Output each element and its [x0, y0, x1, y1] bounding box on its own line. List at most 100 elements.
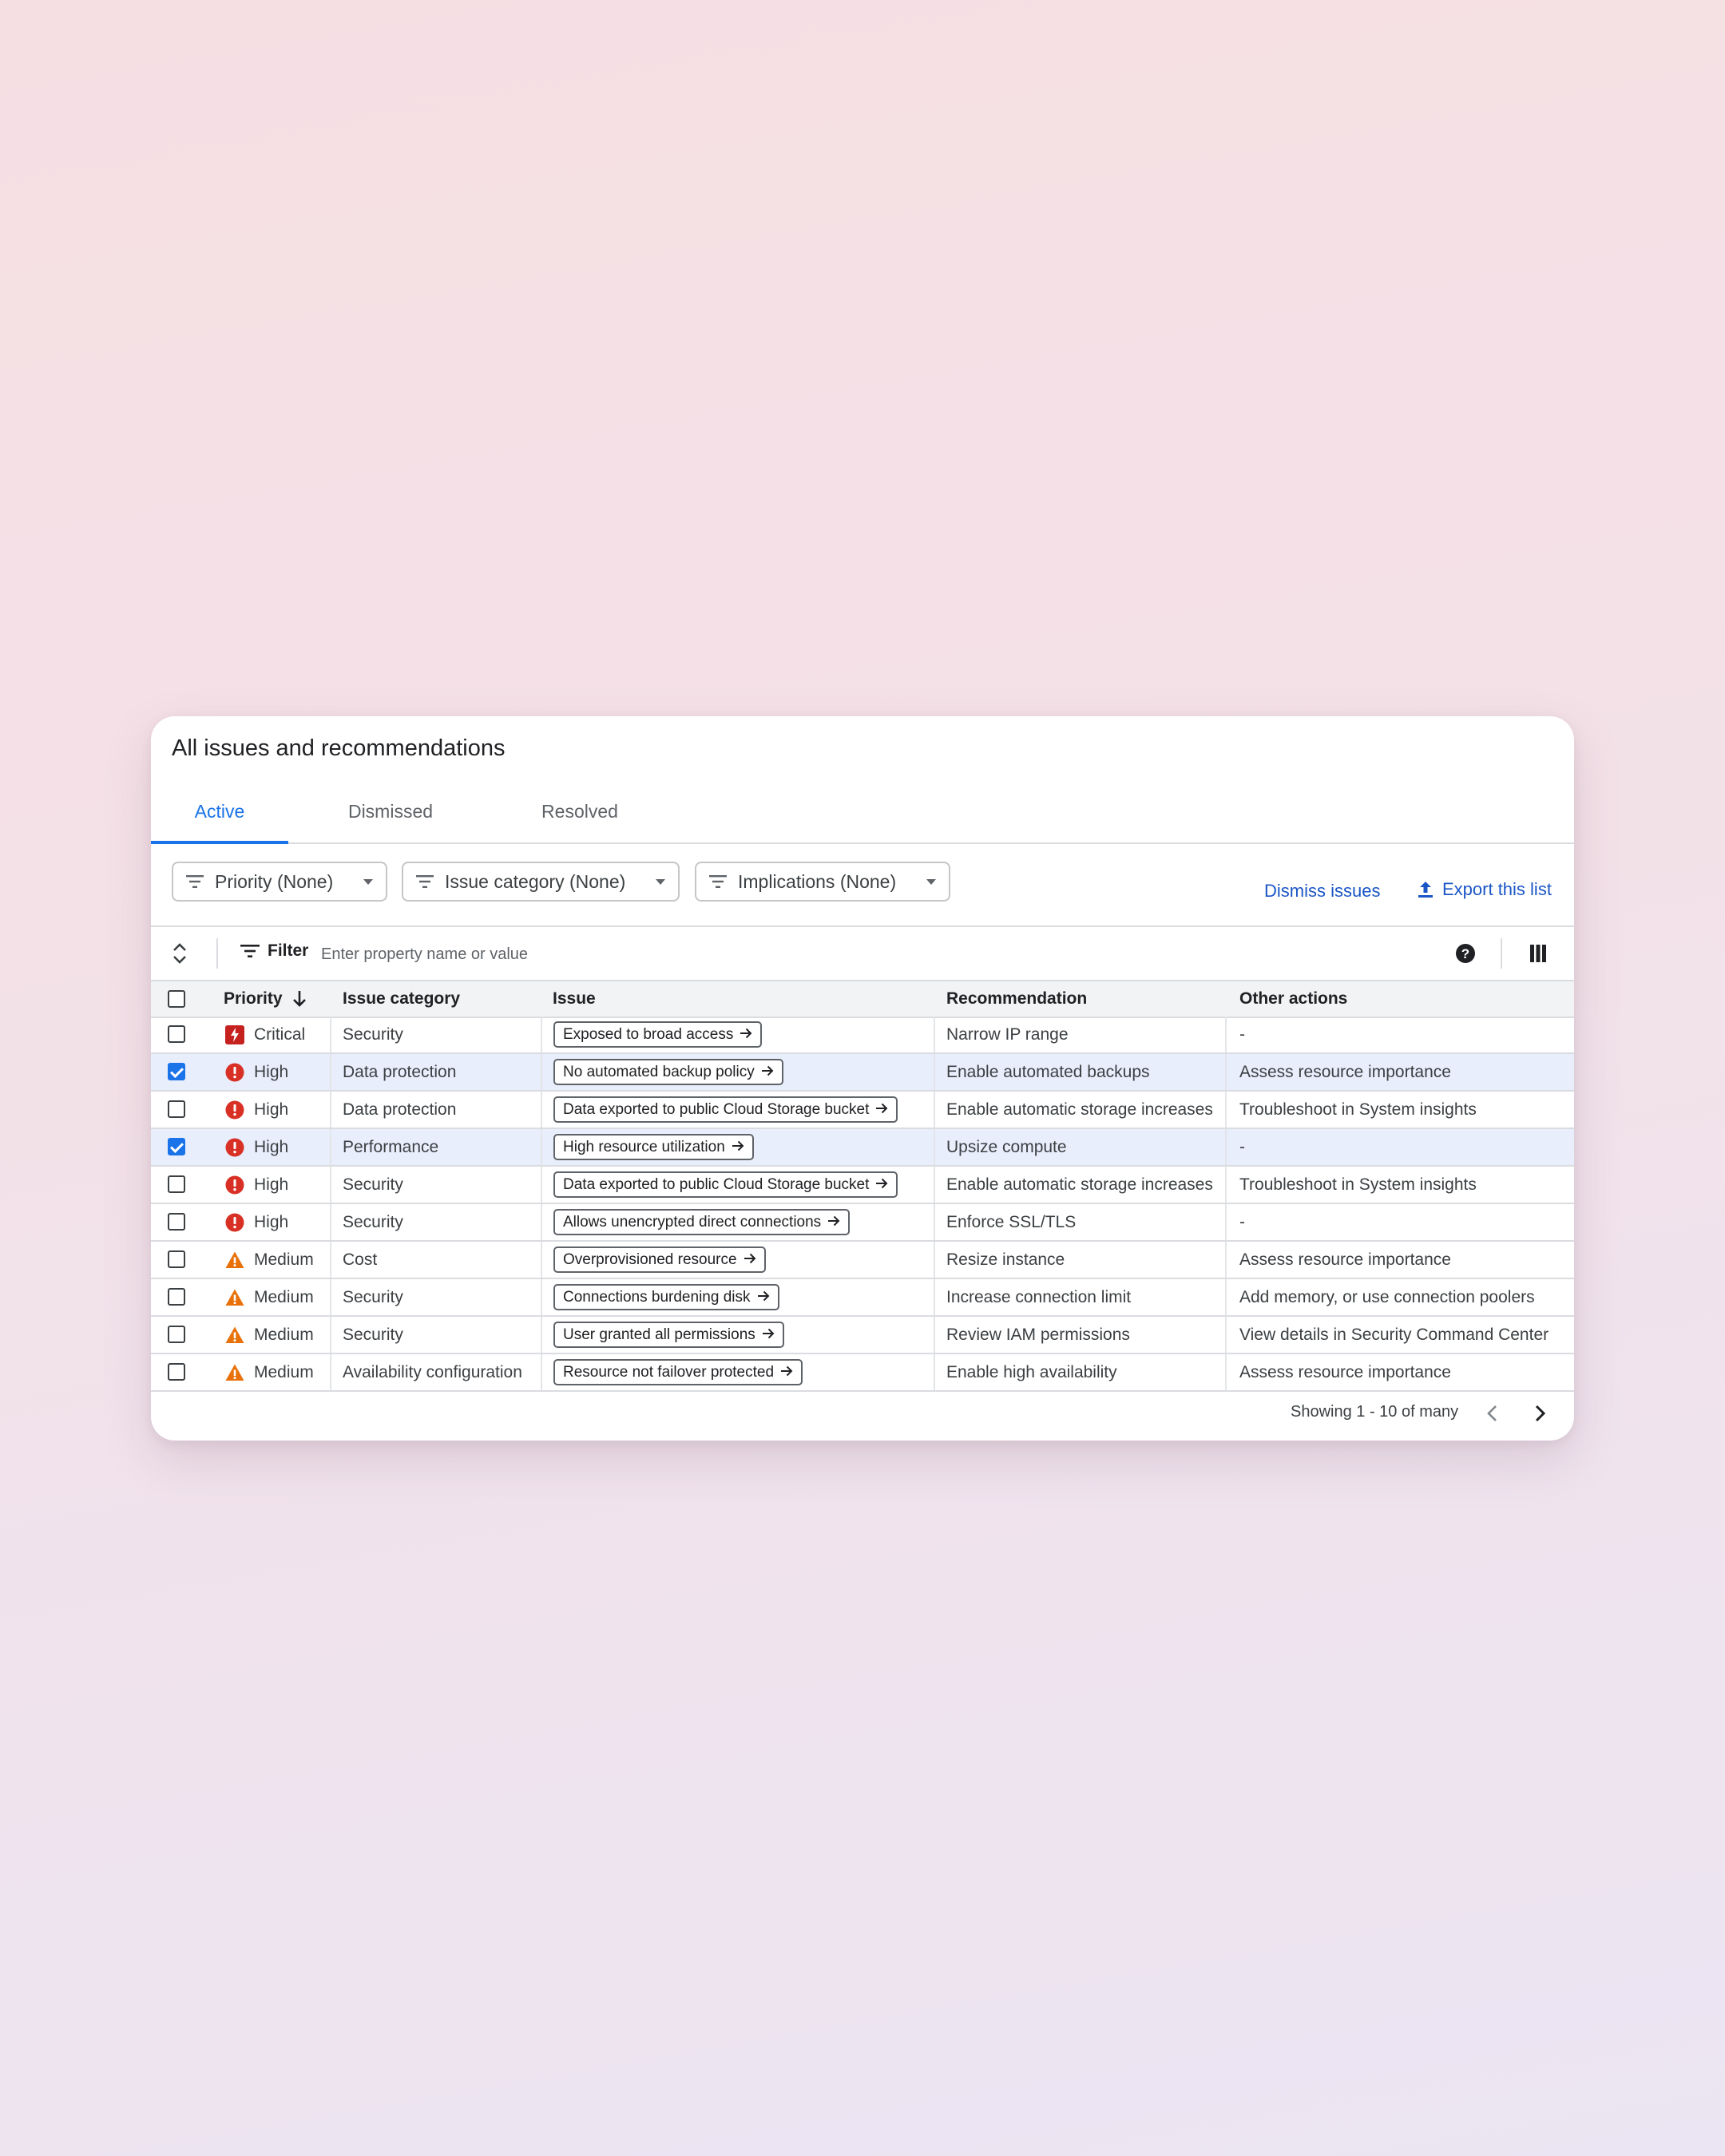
column-divider [330, 1354, 331, 1390]
column-divider [541, 1317, 542, 1353]
issue-label: Overprovisioned resource [563, 1251, 737, 1268]
column-display-icon[interactable] [1530, 945, 1546, 962]
table-row[interactable]: Medium Availability configuration Resource… [151, 1354, 1574, 1392]
upload-icon [1418, 882, 1433, 898]
table-row[interactable]: High Security Data exported to public Clou… [151, 1167, 1574, 1204]
issues-card: All issues and recommendations Active Di… [151, 716, 1574, 1441]
divider [216, 938, 218, 969]
column-divider [934, 1167, 935, 1203]
table-row[interactable]: High Performance High resource utilization… [151, 1129, 1574, 1167]
filter-icon [416, 875, 434, 888]
row-checkbox[interactable] [168, 1250, 185, 1268]
column-divider [934, 1054, 935, 1090]
other-actions-cell: Assess resource importance [1239, 1063, 1451, 1081]
issue-label: Data exported to public Cloud Storage bu… [563, 1176, 870, 1193]
priority-filter-chip[interactable]: Priority (None) [172, 862, 387, 902]
export-list-button[interactable]: Export this list [1417, 879, 1552, 900]
row-checkbox[interactable] [168, 1063, 185, 1080]
previous-page-icon[interactable] [1482, 1401, 1503, 1425]
category-cell: Security [343, 1326, 403, 1344]
column-divider [1225, 1242, 1227, 1278]
other-actions-cell: Assess resource importance [1239, 1363, 1451, 1381]
issue-link-button[interactable]: Data exported to public Cloud Storage bu… [553, 1096, 898, 1123]
pagination: Showing 1 - 10 of many [151, 1397, 1574, 1441]
table-header: Priority Issue category Issue Recommenda… [151, 981, 1574, 1018]
dismiss-issues-button[interactable]: Dismiss issues [1264, 881, 1380, 902]
table-row[interactable]: Medium Security User granted all permissio… [151, 1317, 1574, 1354]
column-header-category[interactable]: Issue category [343, 981, 460, 1017]
issue-link-button[interactable]: High resource utilization [553, 1134, 754, 1160]
table-row[interactable]: Critical Security Exposed to broad access N… [151, 1017, 1574, 1054]
table-row[interactable]: High Security Allows unencrypted direct co… [151, 1204, 1574, 1242]
column-divider [541, 1167, 542, 1203]
issue-link-button[interactable]: Resource not failover protected [553, 1359, 803, 1385]
priority-cell: Medium [254, 1363, 314, 1381]
arrow-right-icon [821, 1211, 840, 1234]
column-header-other-actions[interactable]: Other actions [1239, 981, 1347, 1017]
row-checkbox[interactable] [168, 1288, 185, 1306]
column-divider [934, 1279, 935, 1315]
pagination-text: Showing 1 - 10 of many [1291, 1403, 1459, 1421]
issue-link-button[interactable]: Exposed to broad access [553, 1021, 763, 1048]
priority-cell: Medium [254, 1288, 314, 1306]
filter-input[interactable] [319, 940, 1201, 969]
row-checkbox[interactable] [168, 1175, 185, 1193]
recommendation-cell: Resize instance [946, 1250, 1065, 1269]
table-row[interactable]: High Data protection Data exported to publ… [151, 1092, 1574, 1129]
table-row[interactable]: High Data protection No automated backup p… [151, 1054, 1574, 1092]
category-cell: Security [343, 1213, 403, 1231]
arrow-right-icon [774, 1361, 793, 1384]
column-header-recommendation[interactable]: Recommendation [946, 981, 1087, 1017]
column-divider [1225, 1317, 1227, 1353]
column-divider [934, 1317, 935, 1353]
issue-link-button[interactable]: No automated backup policy [553, 1059, 783, 1085]
column-divider [541, 1279, 542, 1315]
category-cell: Data protection [343, 1063, 457, 1081]
priority-cell: High [254, 1100, 289, 1119]
row-checkbox[interactable] [168, 1213, 185, 1231]
filter-label: Filter [268, 941, 309, 960]
priority-cell: Medium [254, 1326, 314, 1344]
table-body: Critical Security Exposed to broad access N… [151, 1017, 1574, 1392]
issue-link-button[interactable]: Data exported to public Cloud Storage bu… [553, 1171, 898, 1198]
column-header-issue[interactable]: Issue [553, 981, 596, 1017]
implications-filter-chip[interactable]: Implications (None) [695, 862, 950, 902]
other-actions-cell: View details in Security Command Center [1239, 1326, 1549, 1344]
column-divider [541, 1017, 542, 1052]
arrow-right-icon [751, 1286, 770, 1309]
issue-link-button[interactable]: User granted all permissions [553, 1322, 784, 1348]
issue-label: User granted all permissions [563, 1326, 755, 1343]
issue-label: Exposed to broad access [563, 1026, 734, 1043]
issue-link-button[interactable]: Overprovisioned resource [553, 1246, 766, 1273]
table-row[interactable]: Medium Cost Overprovisioned resource Resize… [151, 1242, 1574, 1279]
filter-button[interactable]: Filter [240, 941, 308, 961]
column-divider [330, 1092, 331, 1128]
other-actions-cell: Troubleshoot in System insights [1239, 1100, 1477, 1119]
select-all-checkbox[interactable] [168, 990, 185, 1008]
column-divider [1225, 1092, 1227, 1128]
row-checkbox[interactable] [168, 1363, 185, 1381]
expand-collapse-icon[interactable] [172, 941, 188, 965]
column-divider [1225, 1204, 1227, 1240]
table-row[interactable]: Medium Security Connections burdening disk… [151, 1279, 1574, 1317]
tab-dismissed[interactable]: Dismissed [327, 788, 454, 842]
tab-resolved[interactable]: Resolved [500, 788, 660, 842]
row-checkbox[interactable] [168, 1326, 185, 1343]
dropdown-arrow-icon [926, 878, 936, 885]
issue-category-filter-chip[interactable]: Issue category (None) [402, 862, 680, 902]
tab-active[interactable]: Active [151, 788, 288, 844]
next-page-icon[interactable] [1529, 1401, 1550, 1425]
issue-link-button[interactable]: Allows unencrypted direct connections [553, 1209, 851, 1235]
recommendation-cell: Enable high availability [946, 1363, 1117, 1381]
help-icon[interactable]: ? [1455, 943, 1476, 964]
row-checkbox[interactable] [168, 1138, 185, 1155]
column-header-priority[interactable]: Priority [224, 981, 308, 1017]
column-divider [541, 1092, 542, 1128]
row-checkbox[interactable] [168, 1100, 185, 1118]
priority-cell: Critical [254, 1025, 306, 1044]
issue-label: No automated backup policy [563, 1064, 755, 1080]
issue-link-button[interactable]: Connections burdening disk [553, 1284, 779, 1310]
row-checkbox[interactable] [168, 1025, 185, 1043]
arrow-right-icon [725, 1135, 744, 1159]
sort-descending-icon[interactable] [291, 989, 308, 1009]
